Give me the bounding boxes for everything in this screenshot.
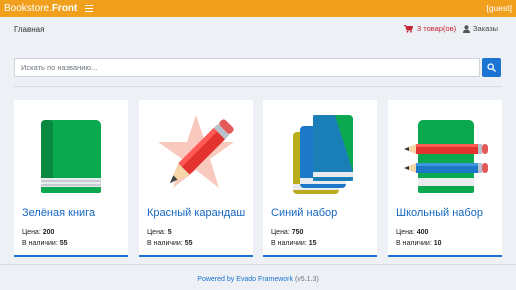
cart-link[interactable]: 3 товар(ов) [404, 24, 456, 33]
product-price: Цена: 400 [396, 229, 429, 236]
footer-version: (v5.1.3) [294, 276, 319, 283]
green-book-icon [41, 120, 101, 193]
product-stock: В наличии: 55 [22, 240, 68, 247]
cart-icon [404, 24, 413, 33]
product-card[interactable]: Красный карандаш Цена: 5 В наличии: 55 [139, 100, 253, 257]
product-title[interactable]: Школьный набор [396, 207, 483, 219]
red-pencil-icon [158, 115, 234, 188]
breadcrumb-home[interactable]: Главная [14, 25, 44, 34]
orders-label: Заказы [473, 24, 499, 33]
product-stock: В наличии: 15 [271, 240, 317, 247]
menu-icon[interactable] [85, 3, 93, 13]
search-button[interactable] [482, 58, 501, 77]
product-card[interactable]: Зелёная книга Цена: 200 В наличии: 55 [14, 100, 128, 257]
product-stock: В наличии: 55 [147, 240, 193, 247]
cart-label: 3 товар(ов) [417, 24, 457, 33]
product-card[interactable]: Синий набор Цена: 750 В наличии: 15 [263, 100, 377, 257]
top-navbar: Bookstore.Front [guest] [0, 0, 516, 17]
user-icon [463, 24, 470, 33]
product-price: Цена: 200 [22, 229, 55, 236]
search-input[interactable] [14, 58, 480, 77]
product-stock: В наличии: 10 [396, 240, 442, 247]
product-title[interactable]: Зелёная книга [22, 207, 95, 219]
footer-divider [0, 264, 516, 265]
brand-bold: Front [51, 3, 78, 14]
search-icon [487, 63, 496, 72]
brand-prefix: Bookstore. [4, 3, 52, 14]
product-price: Цена: 5 [147, 229, 172, 236]
footer: Powered by Evado Framework (v5.1.3) [0, 276, 516, 283]
brand-logo[interactable]: Bookstore.Front [0, 3, 77, 14]
product-price: Цена: 750 [271, 229, 304, 236]
product-title[interactable]: Синий набор [271, 207, 337, 219]
product-title[interactable]: Красный карандаш [147, 207, 245, 219]
divider [14, 86, 502, 87]
footer-powered-link[interactable]: Powered by Evado Framework [197, 276, 293, 283]
orders-link[interactable]: Заказы [463, 24, 498, 33]
book-set-icon [293, 115, 353, 194]
school-set-icon [404, 120, 488, 193]
user-menu[interactable]: [guest] [486, 3, 512, 13]
product-card[interactable]: Школьный набор Цена: 400 В наличии: 10 [388, 100, 502, 257]
